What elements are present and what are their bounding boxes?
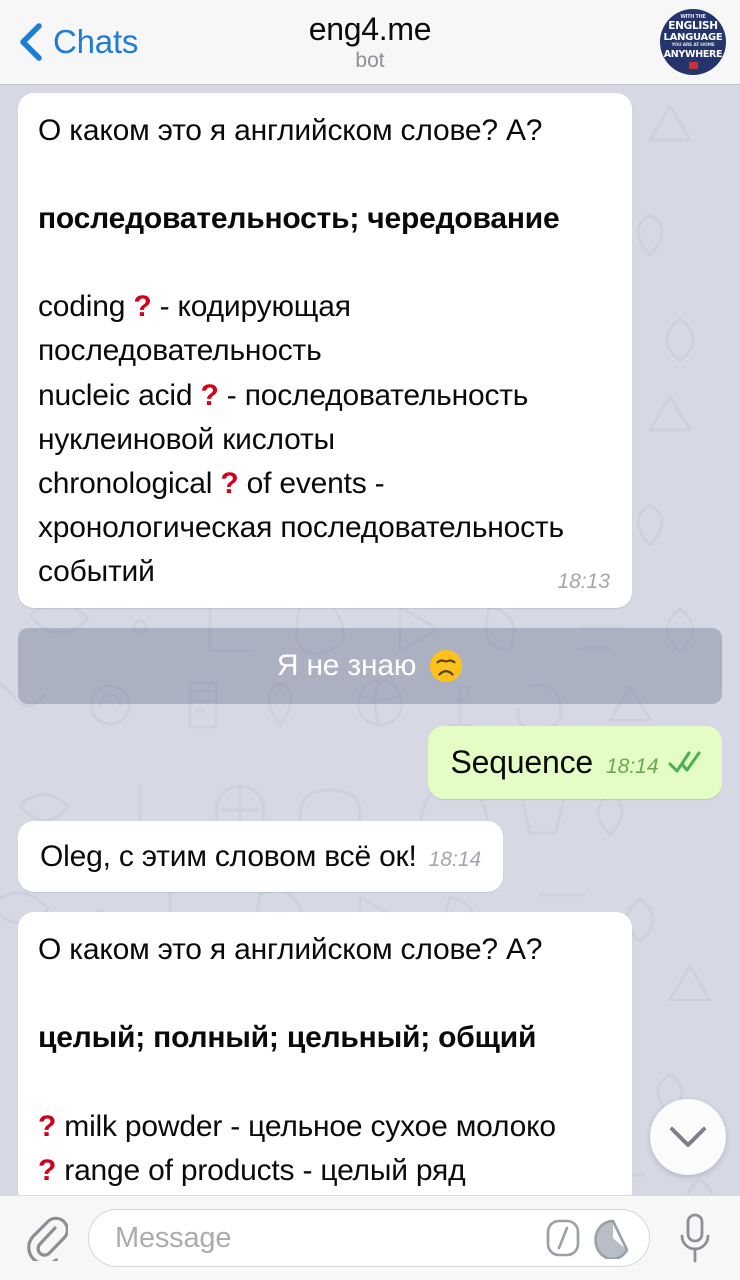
voice-record-button[interactable] <box>664 1207 726 1269</box>
question-mark-icon: ? <box>38 1153 57 1187</box>
sticker-button[interactable] <box>591 1216 635 1260</box>
quiz-answer-translation: целый; полный; цельный; общий <box>38 1021 537 1055</box>
question-mark-icon: ? <box>200 378 219 412</box>
avatar[interactable]: WITH THE ENGLISH LANGUAGE YOU ARE AT HOM… <box>660 9 726 75</box>
scroll-to-bottom-button[interactable] <box>650 1099 726 1175</box>
avatar-line-2: LANGUAGE <box>663 31 723 43</box>
quiz-prompt: О каком это я английском слове? А? <box>38 933 543 967</box>
example-1-post: milk powder - цельное сухое молоко <box>56 1109 556 1143</box>
message-bubble-outgoing[interactable]: Sequence 18:14 <box>428 726 722 800</box>
disappointed-face-icon <box>430 649 463 683</box>
avatar-badge-icon <box>688 61 698 69</box>
message-placeholder: Message <box>115 1221 232 1254</box>
message-input-bar: Message <box>0 1195 740 1280</box>
slash-command-icon <box>546 1219 580 1257</box>
dont-know-label: Я не знаю <box>276 649 417 683</box>
paperclip-icon <box>27 1216 68 1261</box>
quiz-answer-translation: последовательность; чередование <box>38 202 560 236</box>
message-bubble-incoming[interactable]: Oleg, с этим словом всё ок! 18:14 <box>18 821 504 893</box>
chat-subtitle: bot <box>355 48 385 72</box>
message-text: Sequence <box>450 744 593 781</box>
message-text: О каком это я английском слове? А? целый;… <box>38 928 612 1193</box>
back-to-chats-button[interactable]: Chats <box>18 22 138 62</box>
message-text: Oleg, с этим словом всё ок! <box>40 840 417 874</box>
telegram-chat-screen: Chats eng4.me bot WITH THE ENGLISH LANGU… <box>0 0 740 1280</box>
message-bubble-incoming[interactable]: О каком это я английском слове? А? целый;… <box>18 912 632 1195</box>
message-row: О каком это я английском слове? А? послед… <box>0 93 740 609</box>
double-check-icon <box>668 751 701 773</box>
example-1-pre: coding <box>38 290 134 324</box>
avatar-line-4: ANYWHERE <box>663 49 723 61</box>
inline-keyboard-row: Я не знаю <box>0 628 740 705</box>
message-row: О каком это я английском слове? А? целый;… <box>0 912 740 1195</box>
question-mark-icon: ? <box>38 1109 57 1143</box>
dont-know-button[interactable]: Я не знаю <box>18 628 722 705</box>
message-timestamp: 18:13 <box>557 570 610 594</box>
example-2-pre: nucleic acid <box>38 378 201 412</box>
message-timestamp: 18:14 <box>428 848 482 872</box>
quiz-prompt: О каком это я английском слове? А? <box>38 114 543 147</box>
command-button[interactable] <box>541 1216 585 1260</box>
message-text: О каком это я английском слове? А? послед… <box>38 109 612 594</box>
avatar-line-1: ENGLISH <box>668 20 718 33</box>
back-chevron-icon <box>20 23 42 61</box>
chat-scroll-area[interactable]: О каком это я английском слове? А? послед… <box>0 85 740 1195</box>
message-row: Sequence 18:14 <box>0 726 740 800</box>
sticker-icon <box>594 1219 629 1259</box>
message-bubble-incoming[interactable]: О каком это я английском слове? А? послед… <box>18 93 632 609</box>
message-row: Oleg, с этим словом всё ок! 18:14 <box>0 821 740 893</box>
chat-title: eng4.me <box>308 11 432 48</box>
chevron-down-icon <box>670 1127 706 1147</box>
chat-header: Chats eng4.me bot WITH THE ENGLISH LANGU… <box>0 0 740 85</box>
microphone-icon <box>680 1213 710 1263</box>
attach-button[interactable] <box>20 1212 72 1264</box>
example-3-pre: chronological <box>38 466 221 500</box>
message-timestamp: 18:14 <box>605 755 659 779</box>
message-list: О каком это я английском слове? А? послед… <box>0 85 740 1195</box>
question-mark-icon: ? <box>133 290 152 324</box>
back-label: Chats <box>53 23 139 60</box>
question-mark-icon: ? <box>220 466 239 500</box>
avatar-line-top: WITH THE <box>680 14 706 21</box>
message-input-field[interactable]: Message <box>88 1209 650 1267</box>
example-2-post: range of products - целый ряд <box>56 1153 466 1187</box>
avatar-line-3: YOU ARE AT HOME <box>671 43 715 49</box>
